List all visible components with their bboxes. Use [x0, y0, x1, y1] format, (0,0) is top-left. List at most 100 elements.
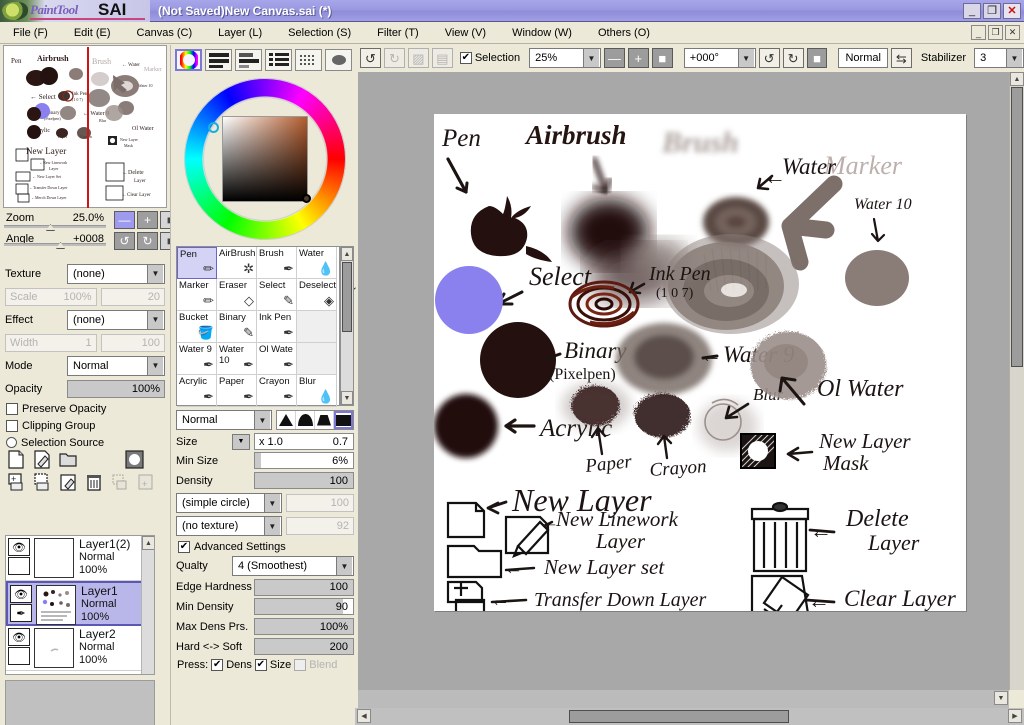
doc-minimize-button[interactable]: _: [971, 25, 986, 40]
clipping-group-checkbox[interactable]: ✔: [6, 419, 18, 432]
rotate-reset-button[interactable]: ■: [806, 48, 828, 68]
brush-marker[interactable]: Marker ✏: [177, 279, 217, 311]
nav-rotate-cw-button[interactable]: ↻: [137, 232, 158, 250]
shape-bell-button[interactable]: [296, 411, 315, 429]
min-density-slider[interactable]: 90: [254, 598, 354, 615]
brush-water10[interactable]: Water 10 ✒: [217, 343, 257, 375]
zoom-slider[interactable]: [4, 224, 106, 231]
doc-close-button[interactable]: ✕: [1005, 25, 1020, 40]
brush-blend-mode-select[interactable]: Normal ▼: [176, 410, 272, 430]
nav-zoom-in-button[interactable]: +: [137, 211, 158, 229]
shape-trapezoid-button[interactable]: [315, 411, 334, 429]
new-layer-set-button[interactable]: [55, 448, 81, 470]
table-row[interactable]: 👁 ✒ Layer1 Normal 100%: [6, 581, 154, 626]
flip-mode-display[interactable]: Normal: [838, 48, 888, 68]
scroll-down-arrow[interactable]: ▼: [994, 691, 1008, 705]
nav-rotate-ccw-button[interactable]: ↺: [114, 232, 135, 250]
brush-texture-select[interactable]: (no texture) ▼: [176, 516, 282, 536]
scratchpad-tab[interactable]: [325, 49, 352, 71]
rotate-cw-button[interactable]: ↻: [782, 48, 804, 68]
navigator-preview[interactable]: Pen Airbrush Brush ← Water Marker Water …: [3, 45, 167, 208]
scrollbar-thumb[interactable]: [569, 710, 789, 723]
min-size-slider[interactable]: 6%: [254, 452, 354, 469]
hue-cursor[interactable]: [207, 122, 219, 133]
chevron-down-icon[interactable]: ▼: [582, 49, 599, 67]
brush-select[interactable]: Select ✎: [257, 279, 297, 311]
preserve-opacity-row[interactable]: ✔ Preserve Opacity: [0, 400, 170, 417]
flip-horizontal-button[interactable]: ⇆: [890, 48, 912, 68]
preserve-opacity-checkbox[interactable]: ✔: [6, 402, 18, 415]
brush-airbrush[interactable]: AirBrush ✲: [217, 247, 257, 279]
chevron-down-icon[interactable]: ▼: [254, 411, 270, 429]
menu-edit[interactable]: Edit (E): [61, 25, 124, 41]
brush-acrylic[interactable]: Acrylic ✒: [177, 375, 217, 407]
new-layer-mask-button[interactable]: [121, 448, 147, 470]
color-wheel[interactable]: [176, 74, 352, 250]
chevron-down-icon[interactable]: ▼: [263, 494, 280, 512]
scroll-up-arrow[interactable]: ▲: [1010, 72, 1024, 86]
menu-selection[interactable]: Selection (S): [275, 25, 364, 41]
menu-filter[interactable]: Filter (T): [364, 25, 432, 41]
menu-canvas[interactable]: Canvas (C): [124, 25, 206, 41]
blend-mode-select[interactable]: Normal ▼: [67, 355, 165, 376]
scrollbar-thumb[interactable]: [342, 262, 352, 332]
brush-deselect[interactable]: Deselect ◈: [297, 279, 337, 311]
shape-triangle-button[interactable]: [277, 411, 296, 429]
lock-alpha-box[interactable]: [8, 557, 30, 575]
color-wheel-tab[interactable]: [175, 49, 202, 71]
menu-window[interactable]: Window (W): [499, 25, 585, 41]
clear-layer-button[interactable]: [55, 471, 81, 493]
hard-soft-slider[interactable]: 200: [254, 638, 354, 655]
stabilizer-select[interactable]: 3 ▼: [974, 48, 1024, 68]
zoom-in-button[interactable]: +: [627, 48, 649, 68]
brush-crayon[interactable]: Crayon ✒: [257, 375, 297, 407]
chevron-down-icon[interactable]: ▼: [336, 557, 352, 575]
press-dens-checkbox[interactable]: ✔: [211, 659, 224, 671]
chevron-down-icon[interactable]: ▼: [737, 49, 754, 67]
canvas-horizontal-scrollbar[interactable]: ◀ ▶: [355, 708, 1024, 725]
saturation-value-square[interactable]: [221, 116, 308, 202]
brush-pen[interactable]: Pen ✏: [177, 247, 217, 279]
brush-ink-pen[interactable]: Ink Pen ✒: [257, 311, 297, 343]
brush-ol-water[interactable]: Ol Wate ✒: [257, 343, 297, 375]
brush-shape-select[interactable]: (simple circle) ▼: [176, 493, 282, 513]
brush-blur[interactable]: Blur 💧: [297, 375, 337, 407]
advanced-settings-row[interactable]: ✔ Advanced Settings: [176, 536, 354, 553]
pen-icon[interactable]: ✒: [10, 604, 32, 622]
new-layer-button[interactable]: [3, 448, 29, 470]
clipping-group-row[interactable]: ✔ Clipping Group: [0, 417, 170, 434]
lock-alpha-box[interactable]: [8, 647, 30, 665]
menu-view[interactable]: View (V): [432, 25, 499, 41]
chevron-down-icon[interactable]: ▼: [147, 264, 163, 283]
rotation-angle-select[interactable]: +000° ▼: [683, 48, 756, 68]
brush-water[interactable]: Water 💧: [297, 247, 337, 279]
doc-restore-button[interactable]: ❐: [988, 25, 1003, 40]
size-unit-dropdown[interactable]: ▼: [232, 433, 250, 450]
scroll-left-arrow[interactable]: ◀: [357, 709, 371, 723]
undo-button[interactable]: ↺: [360, 48, 381, 68]
angle-slider-knob[interactable]: [56, 242, 65, 249]
new-linework-layer-button[interactable]: [29, 448, 55, 470]
edge-hardness-slider[interactable]: 100: [254, 578, 354, 596]
brush-brush[interactable]: Brush ✒: [257, 247, 297, 279]
scroll-up-arrow[interactable]: ▲: [341, 247, 353, 261]
merge-down-layer-button[interactable]: [29, 471, 55, 493]
zoom-reset-button[interactable]: ■: [651, 48, 673, 68]
brush-bucket[interactable]: Bucket 🪣: [177, 311, 217, 343]
brush-size-field[interactable]: x 1.0 0.7: [254, 433, 354, 450]
eye-icon[interactable]: 👁: [8, 538, 30, 556]
brush-binary[interactable]: Binary ✎: [217, 311, 257, 343]
table-row[interactable]: 👁 Layer2 Normal 100%: [6, 626, 154, 671]
scroll-up-arrow[interactable]: ▲: [142, 536, 154, 550]
opacity-slider[interactable]: 100%: [67, 379, 165, 398]
scrollbar-thumb[interactable]: [1011, 87, 1023, 367]
menu-layer[interactable]: Layer (L): [205, 25, 275, 41]
chevron-down-icon[interactable]: ▼: [147, 310, 163, 329]
eye-icon[interactable]: 👁: [8, 628, 30, 646]
selection-checkbox[interactable]: ✔: [459, 52, 472, 64]
shape-flat-button[interactable]: [334, 411, 353, 429]
transfer-down-layer-button[interactable]: +: [3, 471, 29, 493]
brush-water9[interactable]: Water 9 ✒: [177, 343, 217, 375]
zoom-level-select[interactable]: 25% ▼: [529, 48, 601, 68]
hsv-slider-tab[interactable]: [235, 49, 262, 71]
